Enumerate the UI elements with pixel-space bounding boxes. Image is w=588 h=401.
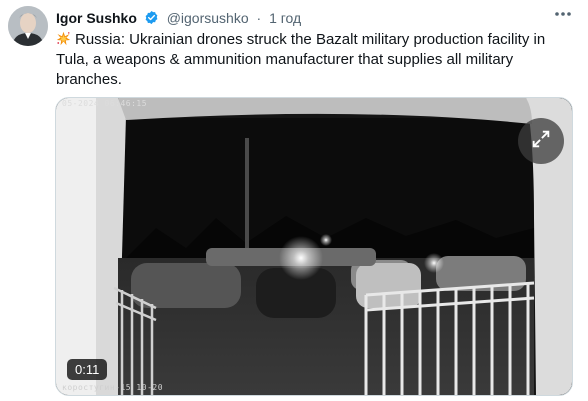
- verified-badge-icon: [144, 10, 159, 25]
- author-name[interactable]: Igor Sushko: [56, 10, 137, 26]
- tweet-text: Russia: Ukrainian drones struck the Baza…: [56, 30, 564, 90]
- camera-label: коростугин-15 10-20: [62, 383, 164, 392]
- collision-emoji-icon: [56, 31, 71, 46]
- expand-icon: [530, 128, 552, 155]
- author-handle[interactable]: @igorsushko: [167, 10, 249, 26]
- video-player[interactable]: 05-2024 06:46:15 коростугин-15 10-20 0:1…: [55, 97, 573, 396]
- tweet-header: Igor Sushko @igorsushko · 1 год: [56, 8, 578, 28]
- video-frame: [56, 98, 572, 395]
- video-duration: 0:11: [67, 359, 108, 380]
- expand-button[interactable]: [518, 118, 564, 164]
- tweet-timestamp[interactable]: 1 год: [269, 10, 301, 26]
- more-options-icon[interactable]: [552, 6, 574, 22]
- tweet-body: Russia: Ukrainian drones struck the Baza…: [56, 31, 546, 88]
- camera-timestamp: 05-2024 06:46:15: [62, 99, 148, 108]
- separator-dot: ·: [256, 10, 262, 26]
- avatar[interactable]: [8, 6, 48, 46]
